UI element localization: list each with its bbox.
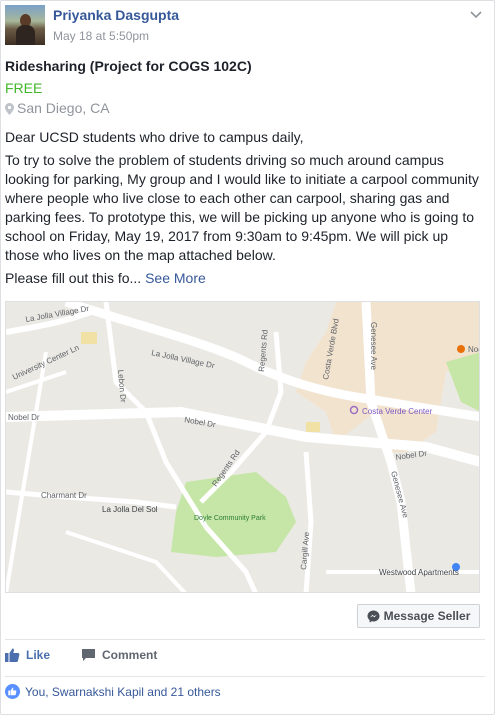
post-greeting: Dear UCSD students who drive to campus d… (5, 129, 304, 145)
location-map[interactable]: La Jolla Village Dr University Center Ln… (5, 301, 480, 593)
author-name[interactable]: Priyanka Dasgupta (53, 7, 179, 23)
post-truncated-line: Please fill out this fo... See More (5, 269, 483, 288)
like-label: Like (26, 648, 51, 662)
location-label: San Diego, CA (17, 100, 110, 116)
message-seller-button[interactable]: Message Seller (357, 604, 480, 628)
avatar-figure-body (16, 25, 35, 45)
listing-price: FREE (5, 80, 43, 96)
location-pin-icon (5, 103, 14, 115)
post-paragraph: To try to solve the problem of students … (5, 152, 479, 263)
messenger-icon (367, 610, 380, 622)
map-label-noc: Noc (468, 345, 480, 354)
truncated-text: Please fill out this fo... (5, 270, 142, 286)
listing-title: Ridesharing (Project for COGS 102C) (5, 58, 252, 74)
like-button[interactable]: Like (5, 648, 50, 662)
divider (5, 676, 485, 677)
restaurant-icon (457, 345, 465, 353)
chevron-down-icon[interactable] (469, 8, 483, 22)
map-label-charmant-dr: Charmant Dr (41, 491, 87, 500)
comment-label: Comment (102, 648, 158, 662)
post-body: Dear UCSD students who drive to campus d… (5, 128, 483, 292)
comment-icon (82, 649, 95, 661)
reactions-summary[interactable]: You, Swarnakshi Kapil and 21 others (5, 684, 221, 699)
see-more-link[interactable]: See More (145, 270, 206, 286)
map-label-nobel-dr-left: Nobel Dr (8, 413, 40, 422)
map-label-doyle-park: Doyle Community Park (194, 515, 266, 522)
avatar[interactable] (5, 5, 45, 45)
like-reaction-icon (5, 684, 20, 699)
reactions-text: You, Swarnakshi Kapil and 21 others (25, 684, 221, 699)
post-header: Priyanka Dasgupta May 18 at 5:50pm (5, 5, 490, 47)
listing-location: San Diego, CA (5, 100, 110, 116)
post-actions: Like Comment (5, 648, 485, 666)
map-label-costa-verde-center: Costa Verde Center (362, 407, 433, 416)
marketplace-post-card: Priyanka Dasgupta May 18 at 5:50pm Rides… (0, 0, 495, 715)
comment-button[interactable]: Comment (81, 648, 157, 662)
message-seller-label: Message Seller (383, 609, 471, 623)
map-label-genesee-ave-top: Genesee Ave (369, 322, 378, 370)
map-label-la-jolla-del-sol: La Jolla Del Sol (102, 505, 158, 514)
map-label-westwood-apartments: Westwood Apartments (379, 568, 459, 577)
divider (5, 639, 485, 640)
thumbs-up-icon (5, 648, 20, 662)
post-timestamp[interactable]: May 18 at 5:50pm (53, 29, 149, 43)
